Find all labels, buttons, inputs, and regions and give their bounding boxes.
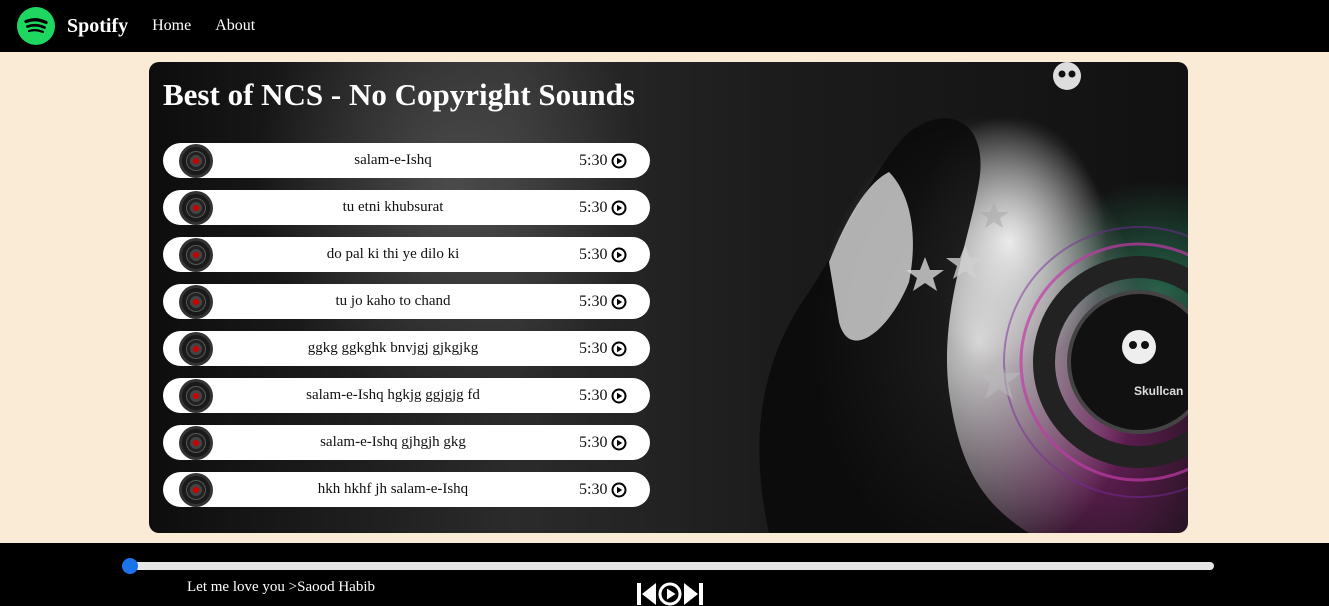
- song-cover-image: [179, 284, 213, 319]
- song-item[interactable]: salam-e-Ishq hgkjg ggjgjg fd 5:30: [163, 378, 650, 413]
- previous-icon[interactable]: [636, 582, 658, 606]
- song-name: salam-e-Ishq gjhgjh gkg: [320, 434, 466, 450]
- progress-slider[interactable]: [122, 558, 1216, 574]
- song-duration-wrap: 5:30: [579, 387, 627, 405]
- brand-logo[interactable]: Spotify: [17, 7, 128, 45]
- song-duration: 5:30: [579, 433, 608, 451]
- play-circle-icon[interactable]: [611, 294, 627, 310]
- song-name: ggkg ggkghk bnvjgj gjkgjkg: [307, 340, 479, 356]
- play-circle-icon[interactable]: [611, 247, 627, 263]
- song-item[interactable]: hkh hkhf jh salam-e-Ishq 5:30: [163, 472, 650, 507]
- song-name: salam-e-Ishq hgkjg ggjgjg fd: [306, 387, 480, 403]
- song-item[interactable]: salam-e-Ishq 5:30: [163, 143, 650, 178]
- song-list: salam-e-Ishq 5:30 tu etni khubsurat 5:30…: [163, 143, 650, 519]
- play-icon[interactable]: [658, 582, 682, 606]
- song-duration: 5:30: [579, 339, 608, 357]
- song-cover-image: [179, 331, 213, 366]
- song-duration: 5:30: [579, 386, 608, 404]
- playback-controls: [636, 582, 704, 606]
- song-cover-image: [179, 425, 213, 460]
- song-item[interactable]: tu jo kaho to chand 5:30: [163, 284, 650, 319]
- song-duration: 5:30: [579, 198, 608, 216]
- song-name: do pal ki thi ye dilo ki: [326, 246, 460, 262]
- progress-thumb[interactable]: [122, 558, 138, 574]
- song-duration: 5:30: [579, 292, 608, 310]
- song-duration: 5:30: [579, 480, 608, 498]
- song-duration-wrap: 5:30: [579, 293, 627, 311]
- song-cover-image: [179, 472, 213, 507]
- song-item[interactable]: do pal ki thi ye dilo ki 5:30: [163, 237, 650, 272]
- playlist-title: Best of NCS - No Copyright Sounds: [163, 77, 635, 112]
- progress-track[interactable]: [122, 562, 1214, 570]
- song-name: salam-e-Ishq: [354, 152, 432, 168]
- play-circle-icon[interactable]: [611, 482, 627, 498]
- song-duration-wrap: 5:30: [579, 152, 627, 170]
- song-item[interactable]: tu etni khubsurat 5:30: [163, 190, 650, 225]
- song-duration-wrap: 5:30: [579, 481, 627, 499]
- song-name: hkh hkhf jh salam-e-Ishq: [317, 481, 469, 497]
- song-cover-image: [179, 190, 213, 225]
- song-item[interactable]: salam-e-Ishq gjhgjh gkg 5:30: [163, 425, 650, 460]
- nav-link-home[interactable]: Home: [152, 17, 191, 35]
- play-circle-icon[interactable]: [611, 153, 627, 169]
- song-cover-image: [179, 237, 213, 272]
- song-duration-wrap: 5:30: [579, 434, 627, 452]
- play-circle-icon[interactable]: [611, 388, 627, 404]
- play-circle-icon[interactable]: [611, 200, 627, 216]
- song-cover-image: [179, 378, 213, 413]
- svg-text:Skullcan: Skullcan: [1134, 384, 1183, 398]
- nav-link-about[interactable]: About: [215, 17, 255, 35]
- brand-name: Spotify: [67, 14, 129, 37]
- song-duration: 5:30: [579, 245, 608, 263]
- song-duration: 5:30: [579, 151, 608, 169]
- play-circle-icon[interactable]: [611, 435, 627, 451]
- song-duration-wrap: 5:30: [579, 340, 627, 358]
- navbar: Spotify Home About: [0, 0, 1329, 52]
- song-name: tu jo kaho to chand: [335, 293, 451, 309]
- song-item[interactable]: ggkg ggkghk bnvjgj gjkgjkg 5:30: [163, 331, 650, 366]
- now-playing-info: Let me love you >Saood Habib: [187, 579, 376, 595]
- player-bar: Let me love you >Saood Habib: [0, 543, 1329, 606]
- spotify-logo-icon: [17, 7, 55, 45]
- song-name: tu etni khubsurat: [342, 199, 444, 215]
- play-circle-icon[interactable]: [611, 341, 627, 357]
- next-icon[interactable]: [682, 582, 704, 606]
- song-duration-wrap: 5:30: [579, 199, 627, 217]
- song-cover-image: [179, 143, 213, 178]
- song-duration-wrap: 5:30: [579, 246, 627, 264]
- playlist-container: Skullcan Best of NCS - No Copyright Soun…: [149, 62, 1188, 533]
